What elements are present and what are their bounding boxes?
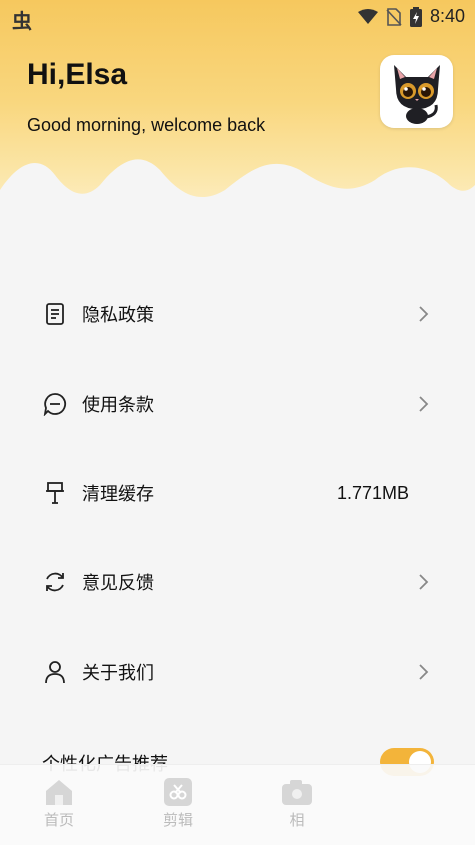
- chevron-right-icon: [419, 574, 429, 590]
- nav-item-camera[interactable]: 相: [267, 777, 327, 830]
- menu-item-terms-of-use[interactable]: 使用条款: [0, 374, 475, 434]
- menu-label: 使用条款: [82, 395, 154, 415]
- nav-label: 首页: [43, 812, 74, 829]
- menu-item-about-us[interactable]: 关于我们: [0, 642, 475, 702]
- menu-label: 清理缓存: [82, 484, 154, 504]
- greeting-title: Hi,Elsa: [27, 58, 128, 91]
- status-time: 8:40: [429, 6, 465, 26]
- chevron-right-icon: [419, 396, 429, 412]
- avatar[interactable]: [380, 55, 453, 128]
- nav-label: 相: [289, 812, 305, 829]
- menu-label: 意见反馈: [82, 573, 154, 593]
- header-wave: [0, 159, 475, 230]
- status-bar: 虫 8:40: [0, 0, 475, 34]
- menu-label: 关于我们: [82, 663, 154, 683]
- film-cut-icon: [164, 778, 192, 806]
- menu-item-feedback[interactable]: 意见反馈: [0, 552, 475, 612]
- bug-app-icon: 虫: [12, 11, 32, 33]
- menu-item-privacy-policy[interactable]: 隐私政策: [0, 284, 475, 344]
- refresh-icon: [42, 569, 68, 595]
- chat-bubble-icon: [42, 391, 68, 417]
- nav-label: 剪辑: [162, 812, 193, 829]
- menu-label: 隐私政策: [82, 305, 154, 325]
- nav-item-home[interactable]: 首页: [29, 777, 89, 830]
- chevron-right-icon: [419, 664, 429, 680]
- no-sim-icon: [386, 7, 402, 26]
- bottom-nav: 首页 剪辑 相: [0, 764, 475, 845]
- battery-icon: [409, 6, 422, 27]
- greeting-subtitle: Good morning, welcome back: [27, 115, 266, 135]
- document-icon: [42, 301, 68, 327]
- chevron-right-icon: [419, 306, 429, 322]
- user-icon: [42, 659, 68, 685]
- menu-item-clear-cache[interactable]: 清理缓存 1.771MB: [0, 463, 475, 523]
- black-cat-avatar-icon: [393, 64, 440, 124]
- nav-item-edit[interactable]: 剪辑: [148, 777, 208, 830]
- camera-icon: [282, 780, 312, 805]
- wifi-icon: [357, 8, 378, 24]
- broom-icon: [42, 480, 68, 506]
- cache-size-value: 1.771MB: [336, 482, 409, 503]
- home-icon: [46, 780, 72, 805]
